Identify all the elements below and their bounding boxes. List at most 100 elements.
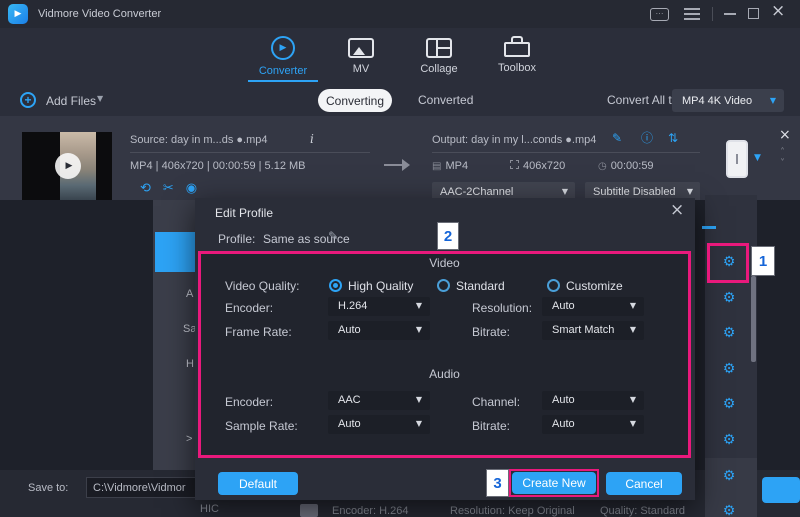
radio-high-quality-label[interactable]: High Quality <box>348 279 413 293</box>
resolution-select[interactable]: Auto ▼ <box>542 297 644 316</box>
device-phone-icon[interactable] <box>726 140 748 178</box>
video-encoder-select[interactable]: H.264 ▼ <box>328 297 430 316</box>
add-files-button[interactable]: Add Files <box>46 94 96 108</box>
app-window: ▶ Vidmore Video Converter ··· × ▶ Conver… <box>0 0 800 517</box>
profile-settings-gear-icon-3[interactable]: ⚙ <box>720 326 738 340</box>
create-new-button[interactable]: Create New <box>512 472 596 494</box>
file-row: ▶ Source: day in m...ds ●.mp4 i MP4 | 40… <box>0 116 800 200</box>
audio-bitrate-select[interactable]: Auto ▼ <box>542 415 644 434</box>
convert-all-dropdown[interactable]: MP4 4K Video ▼ <box>672 89 784 112</box>
format-fragment: H <box>186 358 194 370</box>
hidden-tab-underline <box>702 226 716 229</box>
video-encoder-value: H.264 <box>338 300 367 312</box>
remove-file-icon[interactable]: × <box>779 128 791 142</box>
frame-rate-select[interactable]: Auto ▼ <box>328 321 430 340</box>
move-up-icon[interactable]: ˄ <box>780 148 785 158</box>
play-overlay-icon[interactable]: ▶ <box>55 153 81 179</box>
tab-mv[interactable]: MV <box>326 36 396 75</box>
app-logo-icon: ▶ <box>8 4 28 24</box>
collage-line <box>438 47 450 49</box>
sample-rate-select[interactable]: Auto ▼ <box>328 415 430 434</box>
audio-section-title: Audio <box>198 367 691 381</box>
tab-collage[interactable]: Collage <box>404 36 474 75</box>
add-files-icon[interactable]: + <box>20 92 36 108</box>
default-button[interactable]: Default <box>218 472 298 495</box>
audio-track-value: AAC-2Channel <box>440 186 513 198</box>
play-glyph: ▶ <box>66 162 73 171</box>
film-icon: ▤ <box>432 161 441 172</box>
profile-settings-gear-icon-2[interactable]: ⚙ <box>720 291 738 305</box>
cancel-button[interactable]: Cancel <box>606 472 682 495</box>
clock-icon: ◷ <box>598 161 607 172</box>
device-caret-icon[interactable]: ▼ <box>754 154 761 163</box>
maximize-button[interactable] <box>748 8 759 19</box>
edit-tools-partial-icons[interactable]: ⟲✂◉ <box>140 182 209 195</box>
toolbox-body <box>504 42 530 57</box>
video-thumbnail[interactable]: ▶ <box>22 132 112 200</box>
radio-high-quality[interactable] <box>329 279 342 292</box>
profile-settings-gear-icon-6[interactable]: ⚙ <box>720 433 738 447</box>
tab-converter[interactable]: ▶ Converter <box>248 36 318 77</box>
dialog-content: Video Video Quality: High Quality Standa… <box>198 251 691 455</box>
radio-standard-label[interactable]: Standard <box>456 279 505 293</box>
title-bar: ▶ Vidmore Video Converter ··· × <box>0 0 800 28</box>
chevron-down-icon: ▼ <box>416 326 422 334</box>
background-row-icon <box>300 504 318 517</box>
video-quality-label: Video Quality: <box>225 279 300 293</box>
phone-bar <box>736 154 738 164</box>
profile-label: Profile: <box>218 232 255 246</box>
menu-bar <box>684 13 700 15</box>
output-divider <box>432 152 700 153</box>
chevron-down-icon: ▼ <box>630 396 636 404</box>
profile-settings-gear-icon-8[interactable]: ⚙ <box>720 504 738 517</box>
radio-customize[interactable] <box>547 279 560 292</box>
tab-collage-label: Collage <box>404 63 474 75</box>
profile-edit-pencil-icon[interactable]: ✎ <box>328 230 338 242</box>
chevron-down-icon: ▼ <box>416 396 422 404</box>
source-info-icon[interactable]: i <box>310 132 314 146</box>
dialog-title: Edit Profile <box>215 206 273 220</box>
convert-all-button-partial[interactable] <box>762 477 800 503</box>
profile-settings-gear-icon-4[interactable]: ⚙ <box>720 362 738 376</box>
menu-icon[interactable] <box>684 8 700 20</box>
background-row-device: HIC <box>200 503 219 515</box>
dialog-close-icon[interactable]: × <box>670 202 684 219</box>
save-to-input[interactable]: C:\Vidmore\Vidmor <box>86 477 198 498</box>
close-window-button[interactable]: × <box>771 3 785 20</box>
scrollbar[interactable] <box>751 276 756 362</box>
tab-toolbox[interactable]: Toolbox <box>482 36 552 74</box>
profile-settings-gear-icon-7[interactable]: ⚙ <box>720 469 738 483</box>
channel-select[interactable]: Auto ▼ <box>542 391 644 410</box>
app-title: Vidmore Video Converter <box>38 8 161 20</box>
radio-customize-label[interactable]: Customize <box>566 279 623 293</box>
move-down-icon[interactable]: ˅ <box>780 159 785 169</box>
minimize-button[interactable] <box>724 13 736 15</box>
video-bitrate-select[interactable]: Smart Match ▼ <box>542 321 644 340</box>
feedback-icon[interactable]: ··· <box>650 8 669 21</box>
radio-standard[interactable] <box>437 279 450 292</box>
flow-arrow-head <box>402 159 410 171</box>
selected-format-highlight[interactable] <box>155 232 195 272</box>
active-tab-underline <box>248 80 318 82</box>
tab-converted[interactable]: Converted <box>418 93 473 107</box>
toolbar: + Add Files ▼ Converting Converted Conve… <box>0 85 800 116</box>
titlebar-divider <box>712 7 713 21</box>
audio-encoder-select[interactable]: AAC ▼ <box>328 391 430 410</box>
merge-icon[interactable]: ⇅ <box>668 132 678 144</box>
menu-bar <box>684 8 700 10</box>
feedback-dots: ··· <box>656 9 664 18</box>
profile-settings-gear-icon-5[interactable]: ⚙ <box>720 397 738 411</box>
output-info-icon[interactable]: ⓘ <box>641 132 653 144</box>
source-filename: Source: day in m...ds ●.mp4 <box>130 134 267 146</box>
rename-pencil-icon[interactable]: ✎ <box>612 132 622 144</box>
add-files-caret-icon[interactable]: ▼ <box>97 95 103 103</box>
output-duration: ◷00:00:59 <box>598 160 654 172</box>
profile-settings-gear-icon-1[interactable]: ⚙ <box>720 255 738 269</box>
tab-converter-label: Converter <box>248 65 318 77</box>
tab-converting[interactable]: Converting <box>318 89 392 112</box>
audio-encoder-label: Encoder: <box>225 395 273 409</box>
video-bitrate-label: Bitrate: <box>472 325 510 339</box>
format-fragment: > <box>186 433 192 445</box>
tab-mv-label: MV <box>326 63 396 75</box>
converter-play-glyph: ▶ <box>280 44 287 53</box>
